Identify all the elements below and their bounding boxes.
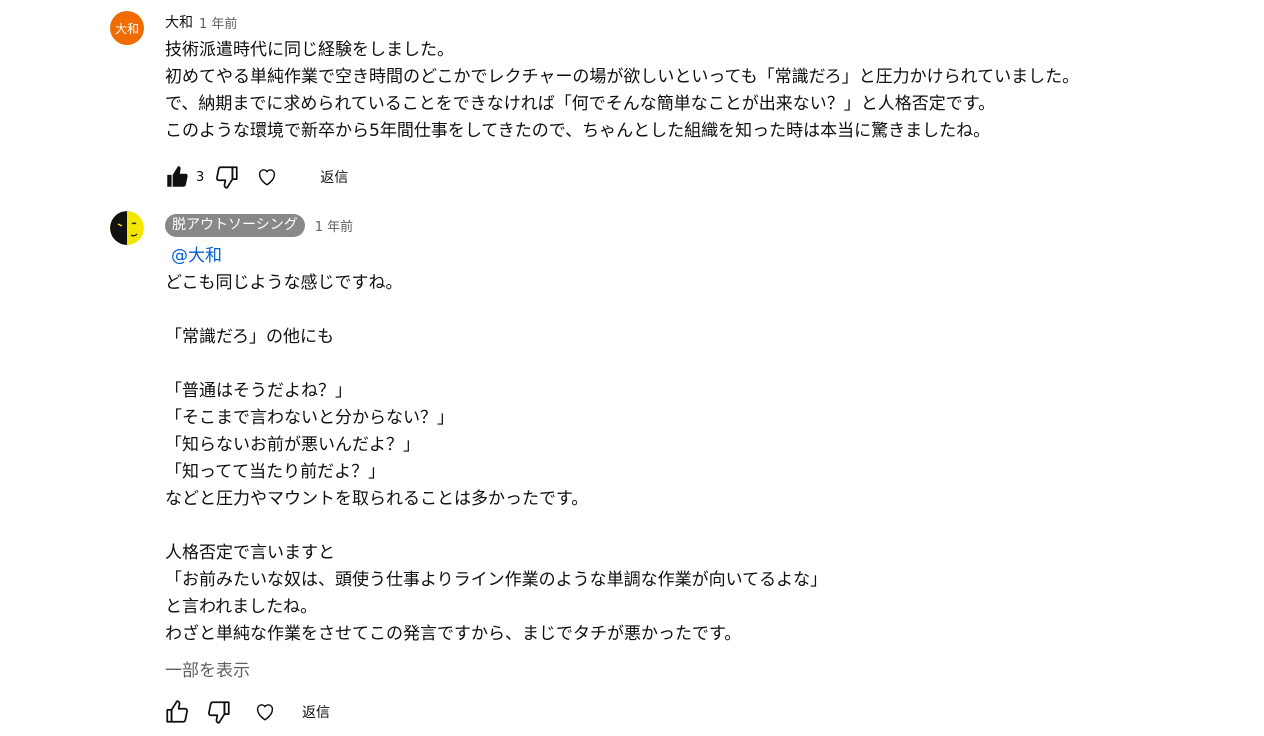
dislike-button[interactable] (204, 697, 234, 727)
comment-line: で、納期までに求められていることをできなければ「何でそんな簡単なことが出来ない？… (165, 94, 996, 114)
comment-line: 「知ってて当たり前だよ？」 (165, 462, 386, 482)
creator-author-badge[interactable]: 脱アウトソーシング (165, 213, 305, 237)
comment-line: 「お前みたいな奴は、頭使う仕事よりライン作業のような単調な作業が向いてるよな」 (165, 570, 828, 590)
dislike-button[interactable] (212, 162, 242, 192)
thumbs-down-icon (208, 701, 230, 724)
comment-time[interactable]: 1 年前 (199, 13, 237, 32)
moon-face-icon (110, 211, 144, 245)
thumbs-up-filled-icon (167, 166, 188, 187)
author-name[interactable]: 大和 (165, 12, 193, 32)
heart-icon (256, 704, 274, 721)
comment-header: 脱アウトソーシング 1 年前 (165, 213, 353, 237)
comment-line: 「知らないお前が悪いんだよ？」 (165, 435, 420, 455)
comment-actions: 3 返信 (162, 162, 348, 192)
comment-line (165, 351, 827, 378)
comment-line: 「そこまで言わないと分からない？」 (165, 408, 454, 428)
comment-line: 初めてやる単純作業で空き時間のどこかでレクチャーの場が欲しいといっても「常識だろ… (165, 67, 1080, 87)
like-count: 3 (196, 169, 205, 185)
comment-line: このような環境で新卒から5年間仕事をしてきたので、ちゃんとした組織を知った時は本… (165, 121, 991, 141)
comment-line: 「常識だろ」の他にも (165, 327, 334, 347)
comment-actions: 返信 (162, 697, 330, 727)
comment-line: 人格否定で言いますと (165, 543, 335, 563)
heart-button[interactable] (250, 697, 280, 727)
comment-header: 大和 1 年前 (165, 11, 237, 33)
comment-line: 技術派遣時代に同じ経験をしました。 (165, 40, 454, 60)
comment-line: などと圧力やマウントを取られることは多かったです。 (165, 489, 589, 509)
mention-link[interactable]: @大和 (171, 246, 222, 266)
heart-button[interactable] (252, 162, 282, 192)
comment-line: と言われましたね。 (165, 597, 318, 617)
avatar[interactable]: 大和 (110, 11, 144, 45)
comment-line (165, 297, 827, 324)
comment-body: @大和どこも同じような感じですね。 「常識だろ」の他にも 「普通はそうだよね？」… (165, 243, 827, 648)
like-button[interactable] (162, 162, 192, 192)
show-more-link[interactable]: 一部を表示 (165, 656, 250, 681)
reply-button[interactable]: 返信 (302, 702, 330, 722)
thumbs-up-icon (166, 700, 188, 723)
comment-line: 「普通はそうだよね？」 (165, 381, 352, 401)
reply-button[interactable]: 返信 (320, 167, 348, 187)
heart-icon (259, 169, 276, 186)
thumbs-down-icon (216, 166, 238, 189)
avatar[interactable] (110, 211, 144, 245)
like-button[interactable] (162, 697, 192, 727)
comment-line: わざと単純な作業をさせてこの発言ですから、まじでタチが悪かったです。 (165, 624, 742, 644)
avatar-text: 大和 (114, 21, 139, 36)
comment-time[interactable]: 1 年前 (315, 216, 353, 235)
comment-body: 技術派遣時代に同じ経験をしました。初めてやる単純作業で空き時間のどこかでレクチャ… (165, 37, 1079, 145)
comment-line: どこも同じような感じですね。 (165, 273, 403, 293)
comment-line (165, 513, 827, 540)
